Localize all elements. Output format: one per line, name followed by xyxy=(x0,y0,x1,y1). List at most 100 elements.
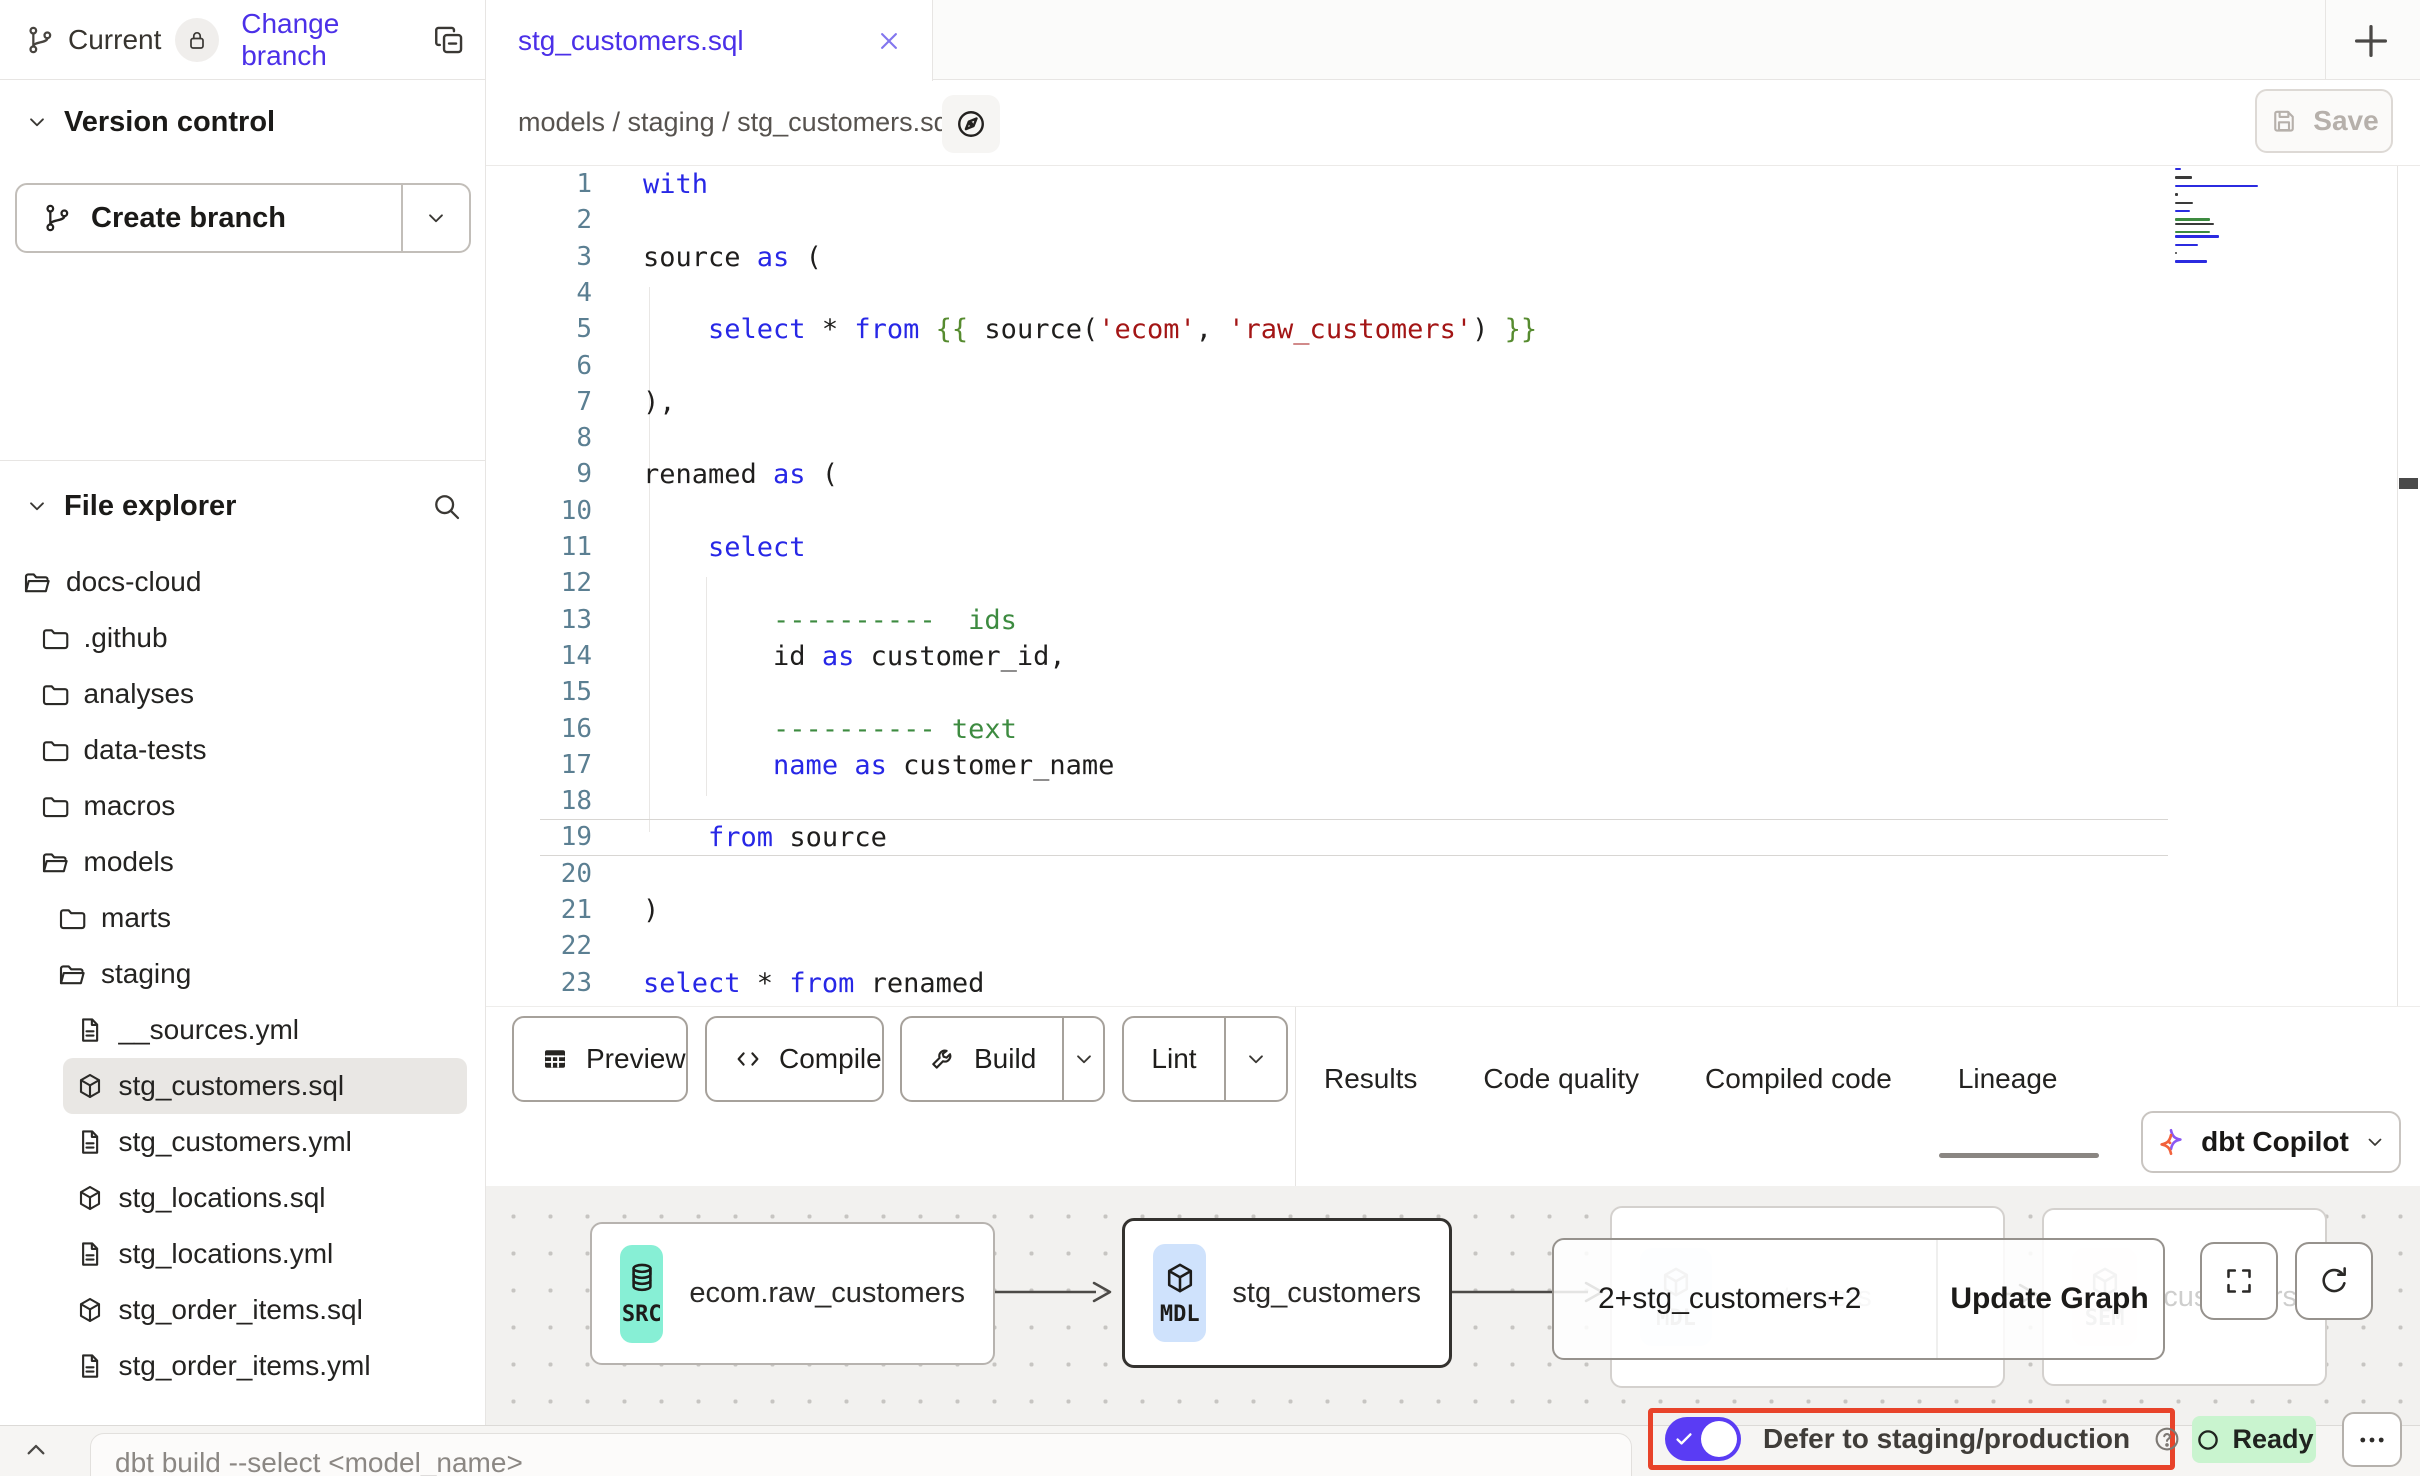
search-icon[interactable] xyxy=(430,490,462,522)
change-branch-link[interactable]: Change branch xyxy=(241,8,432,72)
database-icon xyxy=(624,1260,660,1296)
defer-toggle[interactable] xyxy=(1665,1417,1741,1461)
build-caret[interactable] xyxy=(1062,1018,1103,1100)
file-tree-item-stg-customers-sql[interactable]: stg_customers.sql xyxy=(63,1058,468,1114)
minimap-line xyxy=(2175,231,2210,233)
create-branch-button[interactable]: Create branch xyxy=(15,183,471,253)
update-graph-button[interactable]: Update Graph xyxy=(1936,1238,2165,1360)
file-explorer-header[interactable]: File explorer xyxy=(0,478,486,534)
file-tree-item-stg-locations-sql[interactable]: stg_locations.sql xyxy=(0,1170,485,1226)
create-branch-main[interactable]: Create branch xyxy=(17,185,401,251)
file-tree-item-docs-cloud[interactable]: docs-cloud xyxy=(0,554,485,610)
code-icon xyxy=(733,1044,763,1074)
folder-icon xyxy=(40,679,70,709)
tab-title: stg_customers.sql xyxy=(518,25,874,57)
code-line-11[interactable]: 11 select xyxy=(486,529,2420,566)
sidebar: Current Change branch Version control Cr… xyxy=(0,0,486,1425)
code-line-22[interactable]: 22 xyxy=(486,928,2420,965)
code-text: id as customer_id, xyxy=(643,638,1066,675)
file-tree-label: stg_customers.sql xyxy=(119,1070,345,1102)
lineage-selector-input[interactable]: 2+stg_customers+2 xyxy=(1552,1238,1938,1360)
version-control-header[interactable]: Version control xyxy=(0,94,486,150)
active-tab-underline xyxy=(1939,1153,2099,1158)
minimap[interactable] xyxy=(2175,168,2293,268)
code-line-16[interactable]: 16 ---------- text xyxy=(486,711,2420,748)
dbt-copilot-icon xyxy=(2155,1126,2187,1158)
code-line-23[interactable]: 23select * from renamed xyxy=(486,965,2420,1002)
copilot-compass-button[interactable] xyxy=(942,95,1000,153)
code-editor[interactable]: 1with23source as (45 select * from {{ so… xyxy=(486,166,2420,1006)
code-line-13[interactable]: 13 ---------- ids xyxy=(486,602,2420,639)
file-tree-item-models[interactable]: models xyxy=(0,834,485,890)
file-tree-item-macros[interactable]: macros xyxy=(0,778,485,834)
help-icon[interactable] xyxy=(2152,1424,2182,1454)
preview-button[interactable]: Preview xyxy=(512,1016,688,1102)
new-tab-button[interactable] xyxy=(2348,18,2394,64)
dbt-copilot-button[interactable]: dbt Copilot xyxy=(2141,1111,2401,1173)
save-button[interactable]: Save xyxy=(2255,89,2393,153)
code-line-15[interactable]: 15 xyxy=(486,674,2420,711)
file-tree-item-sources-yml[interactable]: __sources.yml xyxy=(0,1002,485,1058)
folder-icon xyxy=(40,791,70,821)
fullscreen-button[interactable] xyxy=(2200,1242,2278,1320)
tab-stg-customers-sql[interactable]: stg_customers.sql xyxy=(486,0,933,81)
line-number: 10 xyxy=(486,493,592,530)
file-tree-item-stg-customers-yml[interactable]: stg_customers.yml xyxy=(0,1114,485,1170)
lineage-node-src-ecom-raw-customers[interactable]: SRCecom.raw_customers xyxy=(590,1222,995,1365)
tab-results[interactable]: Results xyxy=(1324,1063,1417,1095)
code-line-18[interactable]: 18 xyxy=(486,783,2420,820)
code-line-10[interactable]: 10 xyxy=(486,493,2420,530)
lint-caret[interactable] xyxy=(1224,1018,1286,1100)
code-line-9[interactable]: 9renamed as ( xyxy=(486,456,2420,493)
tab-code-quality[interactable]: Code quality xyxy=(1483,1063,1639,1095)
tab-lineage[interactable]: Lineage xyxy=(1958,1063,2058,1095)
code-line-14[interactable]: 14 id as customer_id, xyxy=(486,638,2420,675)
file-tree-label: data-tests xyxy=(84,734,207,766)
minimap-line xyxy=(2175,252,2177,254)
file-tree-label: docs-cloud xyxy=(66,566,201,598)
code-line-12[interactable]: 12 xyxy=(486,565,2420,602)
file-tree-item-data-tests[interactable]: data-tests xyxy=(0,722,485,778)
code-line-5[interactable]: 5 select * from {{ source('ecom', 'raw_c… xyxy=(486,311,2420,348)
compile-button[interactable]: Compile xyxy=(705,1016,884,1102)
refresh-button[interactable] xyxy=(2295,1242,2373,1320)
code-line-2[interactable]: 2 xyxy=(486,202,2420,239)
code-line-21[interactable]: 21) xyxy=(486,892,2420,929)
minimap-line xyxy=(2175,218,2210,220)
lineage-panel[interactable]: SRCecom.raw_customersMDLstg_customersMDL… xyxy=(486,1186,2420,1425)
lint-label: Lint xyxy=(1151,1043,1196,1075)
build-button[interactable]: Build xyxy=(900,1016,1105,1102)
lint-button[interactable]: Lint xyxy=(1122,1016,1288,1102)
file-icon xyxy=(75,1239,105,1269)
code-line-8[interactable]: 8 xyxy=(486,420,2420,457)
tab-compiled-code[interactable]: Compiled code xyxy=(1705,1063,1892,1095)
line-number: 3 xyxy=(486,239,592,276)
more-options-button[interactable] xyxy=(2342,1412,2402,1467)
minimap-line xyxy=(2175,193,2178,195)
git-branch-icon xyxy=(24,24,56,56)
file-tree-item-analyses[interactable]: analyses xyxy=(0,666,485,722)
file-tree-item-stg-order-items-sql[interactable]: stg_order_items.sql xyxy=(0,1282,485,1338)
code-line-1[interactable]: 1with xyxy=(486,166,2420,203)
create-branch-caret[interactable] xyxy=(401,185,469,251)
lineage-node-mdl-stg-customers[interactable]: MDLstg_customers xyxy=(1122,1218,1452,1368)
code-line-20[interactable]: 20 xyxy=(486,856,2420,893)
code-line-6[interactable]: 6 xyxy=(486,348,2420,385)
file-tree-item-marts[interactable]: marts xyxy=(0,890,485,946)
code-line-3[interactable]: 3source as ( xyxy=(486,239,2420,276)
code-line-17[interactable]: 17 name as customer_name xyxy=(486,747,2420,784)
close-icon[interactable] xyxy=(874,26,904,56)
code-line-4[interactable]: 4 xyxy=(486,275,2420,312)
code-line-7[interactable]: 7), xyxy=(486,384,2420,421)
file-tree-item-stg-order-items-yml[interactable]: stg_order_items.yml xyxy=(0,1338,485,1394)
file-tree-item-github[interactable]: .github xyxy=(0,610,485,666)
file-tree-item-staging[interactable]: staging xyxy=(0,946,485,1002)
file-tree-label: stg_order_items.yml xyxy=(119,1350,371,1382)
scrollbar-thumb[interactable] xyxy=(2399,478,2418,489)
copy-icon[interactable] xyxy=(432,23,466,57)
expand-command-bar-chevron[interactable] xyxy=(20,1434,52,1466)
line-number: 7 xyxy=(486,384,592,421)
file-tree-item-stg-locations-yml[interactable]: stg_locations.yml xyxy=(0,1226,485,1282)
command-input[interactable]: dbt build --select <model_name> xyxy=(90,1433,1632,1476)
line-number: 1 xyxy=(486,166,592,203)
